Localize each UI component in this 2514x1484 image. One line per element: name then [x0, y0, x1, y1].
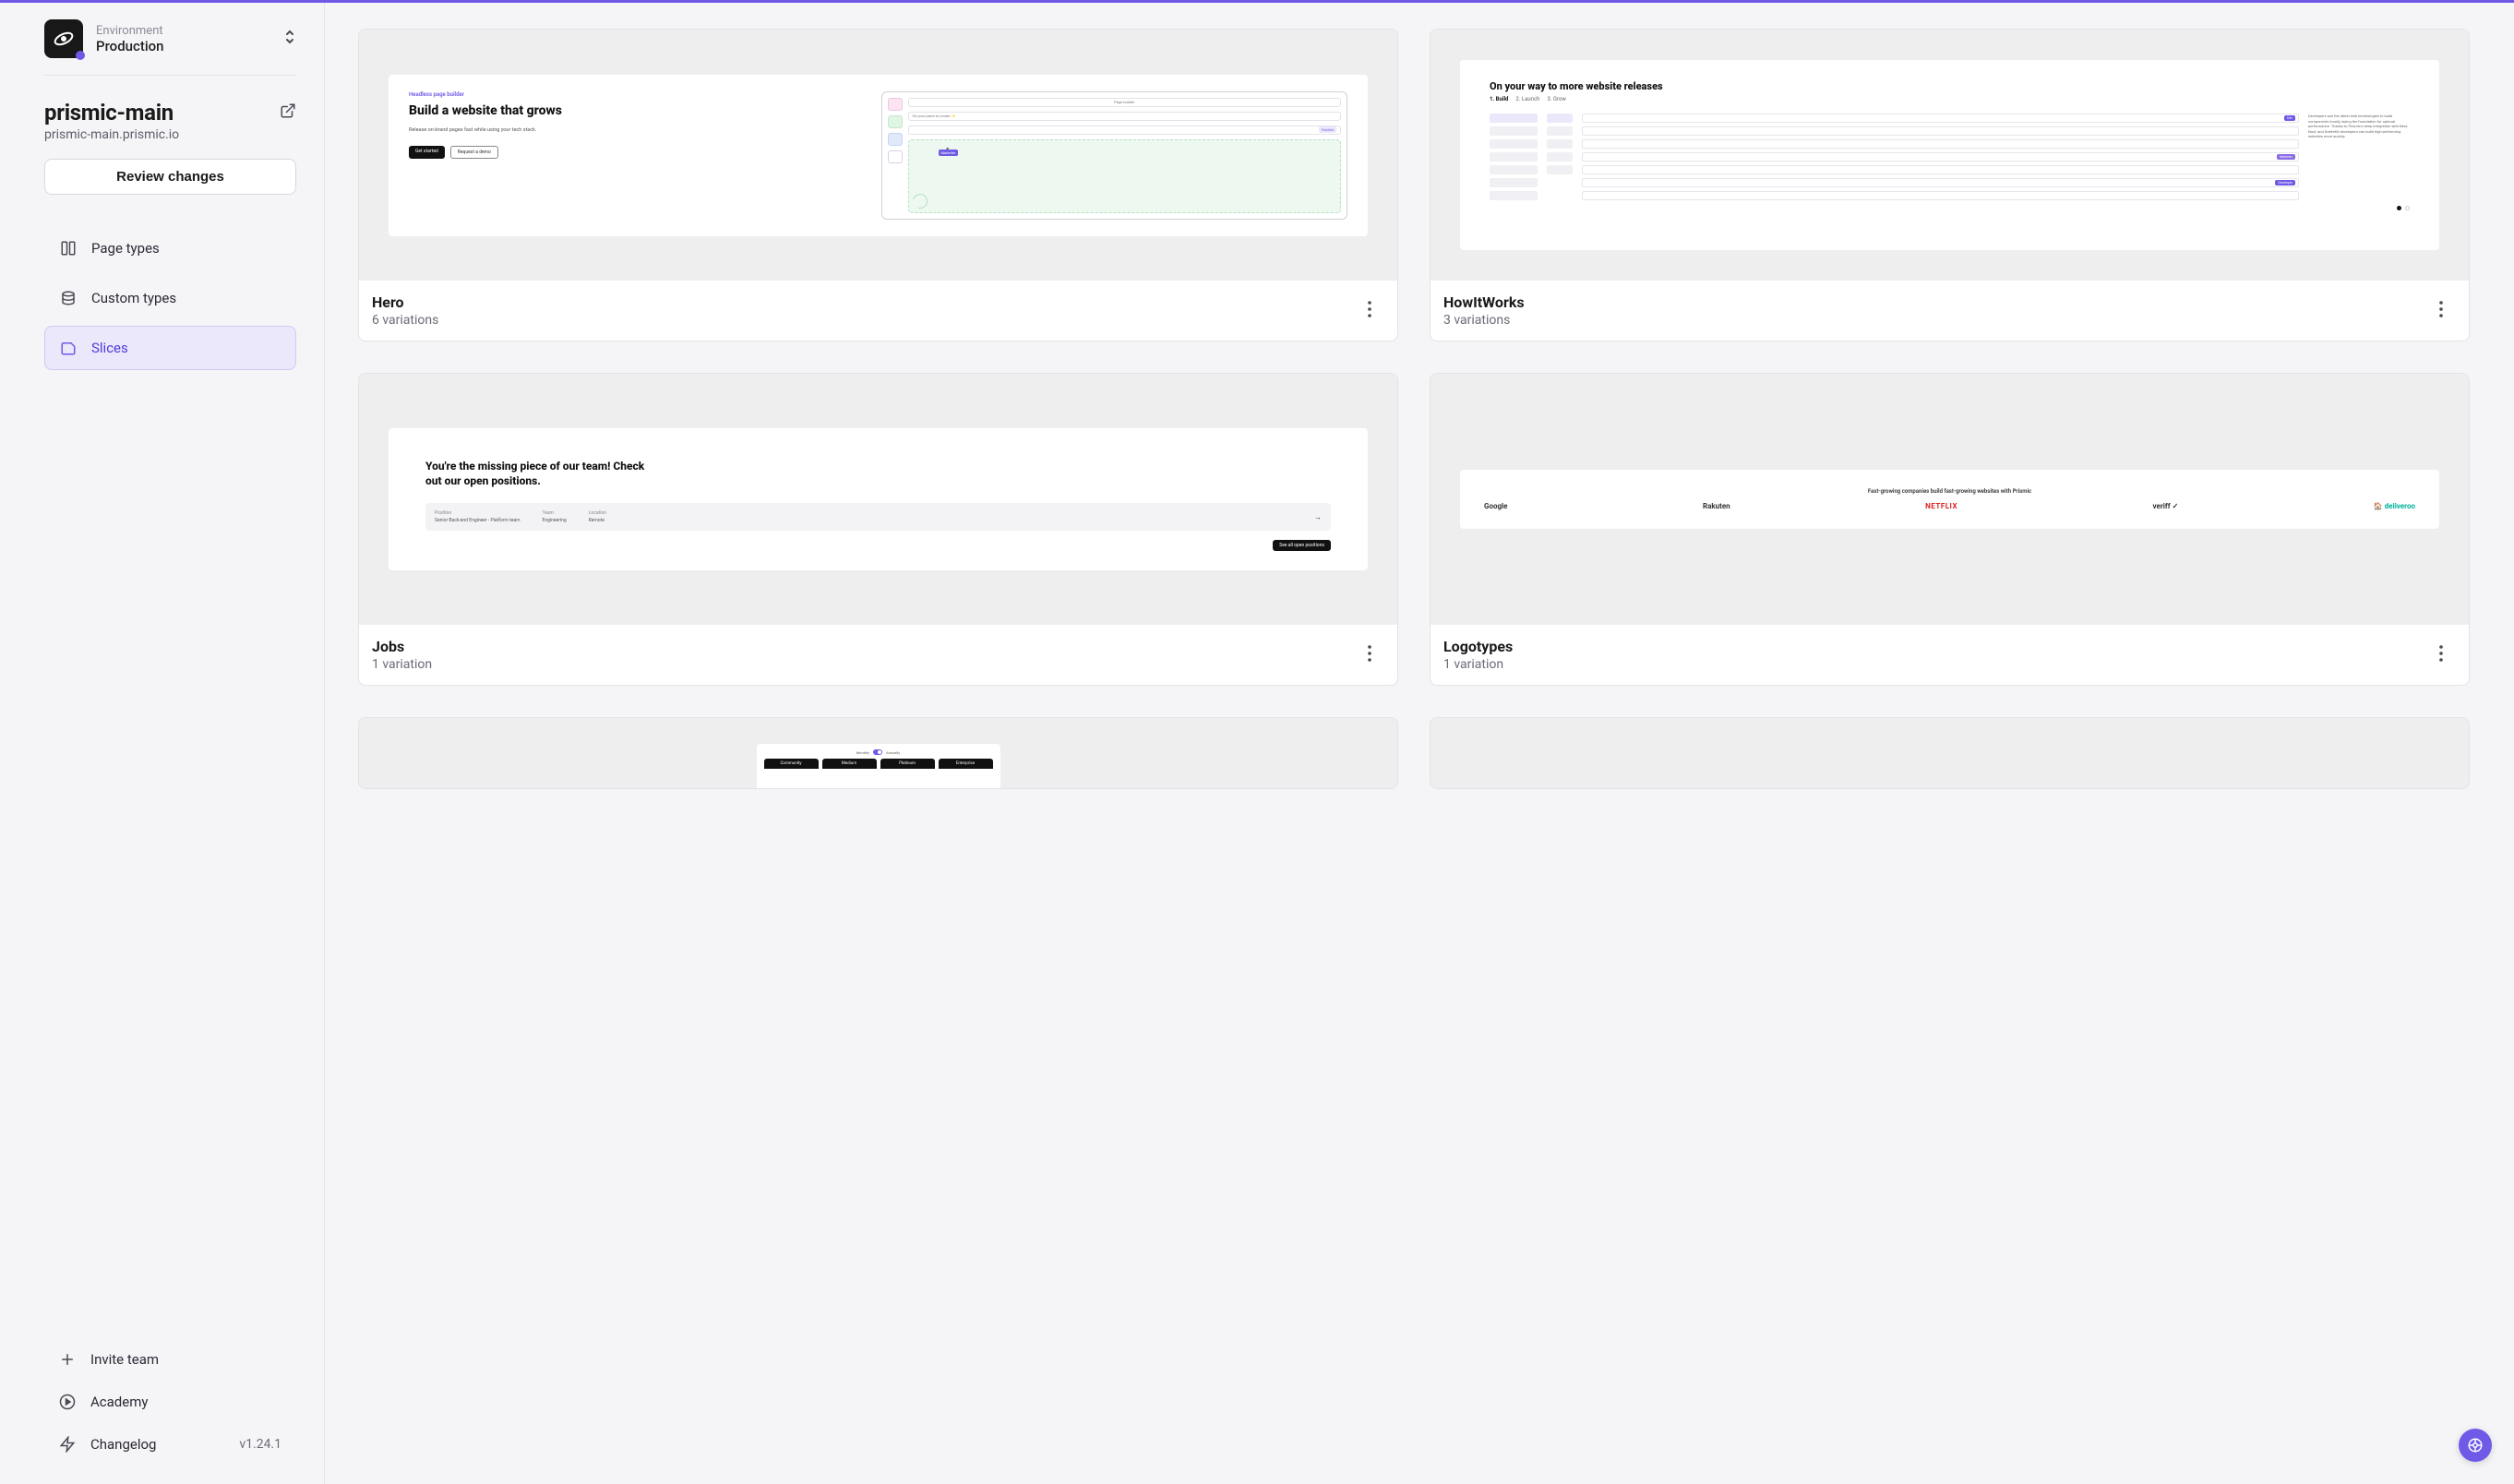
repo-name: prismic-main — [44, 100, 174, 126]
help-fab[interactable] — [2459, 1429, 2492, 1462]
slice-card-hero[interactable]: Headless page builder Build a website th… — [358, 29, 1398, 341]
sidebar-nav: Page types Custom types — [0, 213, 324, 1327]
preview-icon — [888, 150, 903, 163]
preview-loop-icon — [910, 191, 930, 211]
more-menu-button[interactable] — [1364, 641, 1375, 669]
slice-preview: Monthly Annually Community Medium Platin… — [359, 718, 1397, 788]
more-menu-button[interactable] — [2436, 641, 2447, 669]
env-status-dot — [76, 51, 85, 60]
preview-text: Developers use the latest web technologi… — [2308, 114, 2410, 200]
preview-green-icon — [888, 115, 903, 128]
nav-label: Page types — [91, 240, 160, 257]
repo-url: prismic-main.prismic.io — [44, 127, 296, 142]
environment-switcher[interactable]: Environment Production — [44, 19, 296, 76]
slice-preview — [1431, 718, 2469, 788]
nav-page-types[interactable]: Page types — [44, 226, 296, 270]
env-label: Environment — [96, 24, 164, 38]
sidebar: Environment Production prismic-main — [0, 3, 325, 1484]
invite-label: Invite team — [90, 1351, 159, 1368]
slice-card-howitworks[interactable]: On your way to more website releases 1. … — [1430, 29, 2470, 341]
slice-card-logotypes[interactable]: Fast-growing companies build fast-growin… — [1430, 373, 2470, 686]
preview-paragraph: Release on-brand pages fast while using … — [409, 127, 863, 133]
chevron-up-down-icon — [283, 29, 296, 49]
slice-subtitle: 1 variation — [372, 657, 432, 672]
academy-button[interactable]: Academy — [44, 1381, 296, 1423]
play-circle-icon — [59, 1394, 76, 1410]
slice-preview: Headless page builder Build a website th… — [359, 30, 1397, 281]
preview-btn-primary: Get started — [409, 146, 445, 159]
nav-label: Slices — [91, 340, 128, 356]
slice-title: Jobs — [372, 638, 432, 655]
custom-types-icon — [60, 290, 77, 306]
preview-pink-icon — [888, 98, 903, 111]
page-types-icon — [60, 240, 77, 257]
preview-blue-icon — [888, 133, 903, 146]
logo-google: Google — [1484, 502, 1508, 510]
nav-label: Custom types — [91, 290, 176, 306]
preview-heading: On your way to more website releases — [1490, 80, 2410, 92]
preview-btn-secondary: Request a demo — [450, 146, 498, 159]
academy-label: Academy — [90, 1394, 148, 1410]
nav-custom-types[interactable]: Custom types — [44, 276, 296, 320]
logo-netflix: NETFLIX — [1925, 502, 1957, 510]
slice-subtitle: 1 variation — [1443, 657, 1513, 672]
main-content: Headless page builder Build a website th… — [325, 3, 2514, 1484]
plus-icon — [59, 1351, 76, 1368]
preview-heading: Fast-growing companies build fast-growin… — [1868, 488, 2031, 495]
logo-rakuten: Rakuten — [1703, 502, 1730, 510]
external-link-icon[interactable] — [280, 102, 296, 123]
nav-slices[interactable]: Slices — [44, 326, 296, 370]
slice-subtitle: 6 variations — [372, 313, 438, 328]
review-changes-button[interactable]: Review changes — [44, 159, 296, 195]
version-text: v1.24.1 — [239, 1437, 281, 1452]
preview-heading: You're the missing piece of our team! Ch… — [425, 460, 647, 488]
env-name: Production — [96, 38, 164, 54]
preview-toggle-icon — [873, 749, 882, 755]
slice-title: HowItWorks — [1443, 293, 1525, 311]
invite-team-button[interactable]: Invite team — [44, 1338, 296, 1381]
changelog-label: Changelog — [90, 1436, 156, 1453]
slice-title: Logotypes — [1443, 638, 1513, 655]
logo-veriff: veriff ✓ — [2153, 502, 2179, 510]
arrow-right-icon: → — [1314, 513, 1322, 521]
app-logo — [44, 19, 83, 58]
more-menu-button[interactable] — [2436, 297, 2447, 325]
app-shell: Environment Production prismic-main — [0, 3, 2514, 1484]
lightning-icon — [59, 1436, 76, 1453]
slice-preview: Fast-growing companies build fast-growin… — [1431, 374, 2469, 625]
preview-heading: Build a website that grows — [409, 103, 863, 118]
changelog-button[interactable]: Changelog v1.24.1 — [44, 1423, 296, 1466]
slice-preview: On your way to more website releases 1. … — [1431, 30, 2469, 281]
logo-deliveroo: 🏠 deliveroo — [2374, 502, 2415, 510]
slice-preview: You're the missing piece of our team! Ch… — [359, 374, 1397, 625]
slice-subtitle: 3 variations — [1443, 313, 1525, 328]
preview-dot — [2397, 206, 2401, 210]
slice-title: Hero — [372, 293, 438, 311]
slice-card-partial-2[interactable] — [1430, 717, 2470, 789]
slices-icon — [60, 340, 77, 356]
preview-eyebrow: Headless page builder — [409, 91, 863, 98]
slice-card-partial[interactable]: Monthly Annually Community Medium Platin… — [358, 717, 1398, 789]
slice-card-jobs[interactable]: You're the missing piece of our team! Ch… — [358, 373, 1398, 686]
preview-dot — [2405, 206, 2410, 210]
more-menu-button[interactable] — [1364, 297, 1375, 325]
preview-cta: See all open positions — [1273, 540, 1331, 551]
